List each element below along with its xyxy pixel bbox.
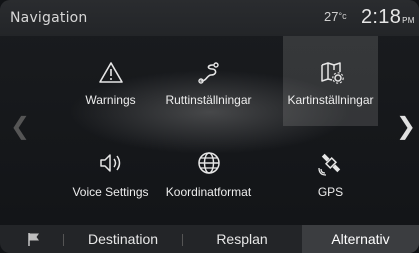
bottom-tab-bar: Destination Resplan Alternativ xyxy=(0,225,419,253)
tab-destination[interactable]: Destination xyxy=(64,225,182,253)
previous-page-arrow-icon[interactable]: ❮ xyxy=(8,96,32,156)
clock: 2:18PM xyxy=(361,6,415,29)
globe-icon xyxy=(197,152,220,174)
tab-resplan[interactable]: Resplan xyxy=(183,225,301,253)
temperature-readout: 27°c xyxy=(324,9,347,24)
tile-label: Ruttinställningar xyxy=(165,93,252,107)
speaker-icon xyxy=(99,154,120,172)
warning-triangle-icon xyxy=(98,62,123,83)
navigation-screen: Navigation 27°c 2:18PM ❮ ❯ Warnings Rutt… xyxy=(0,0,419,253)
tile-coordinate-format[interactable]: Koordinatformat xyxy=(161,127,256,217)
tile-gps[interactable]: GPS xyxy=(283,127,378,217)
tile-map-settings[interactable]: Kartinställningar xyxy=(283,36,378,126)
route-icon xyxy=(197,62,219,84)
temperature-unit: °c xyxy=(338,11,347,21)
tile-route-settings[interactable]: Ruttinställningar xyxy=(161,37,256,127)
tile-warnings[interactable]: Warnings xyxy=(63,37,158,127)
status-bar: Navigation 27°c 2:18PM xyxy=(0,0,419,36)
temperature-value: 27 xyxy=(324,9,339,24)
satellite-icon xyxy=(317,153,340,176)
tile-label: Kartinställningar xyxy=(287,93,374,107)
tile-voice-settings[interactable]: Voice Settings xyxy=(63,127,158,217)
page-title: Navigation xyxy=(10,10,88,26)
tab-alternativ[interactable]: Alternativ xyxy=(302,225,419,253)
flag-icon[interactable] xyxy=(26,231,42,247)
map-settings-icon xyxy=(320,62,344,84)
tile-label: GPS xyxy=(317,185,344,199)
clock-ampm: PM xyxy=(402,16,415,25)
tile-label: Koordinatformat xyxy=(165,185,252,199)
clock-time: 2:18 xyxy=(361,6,402,28)
